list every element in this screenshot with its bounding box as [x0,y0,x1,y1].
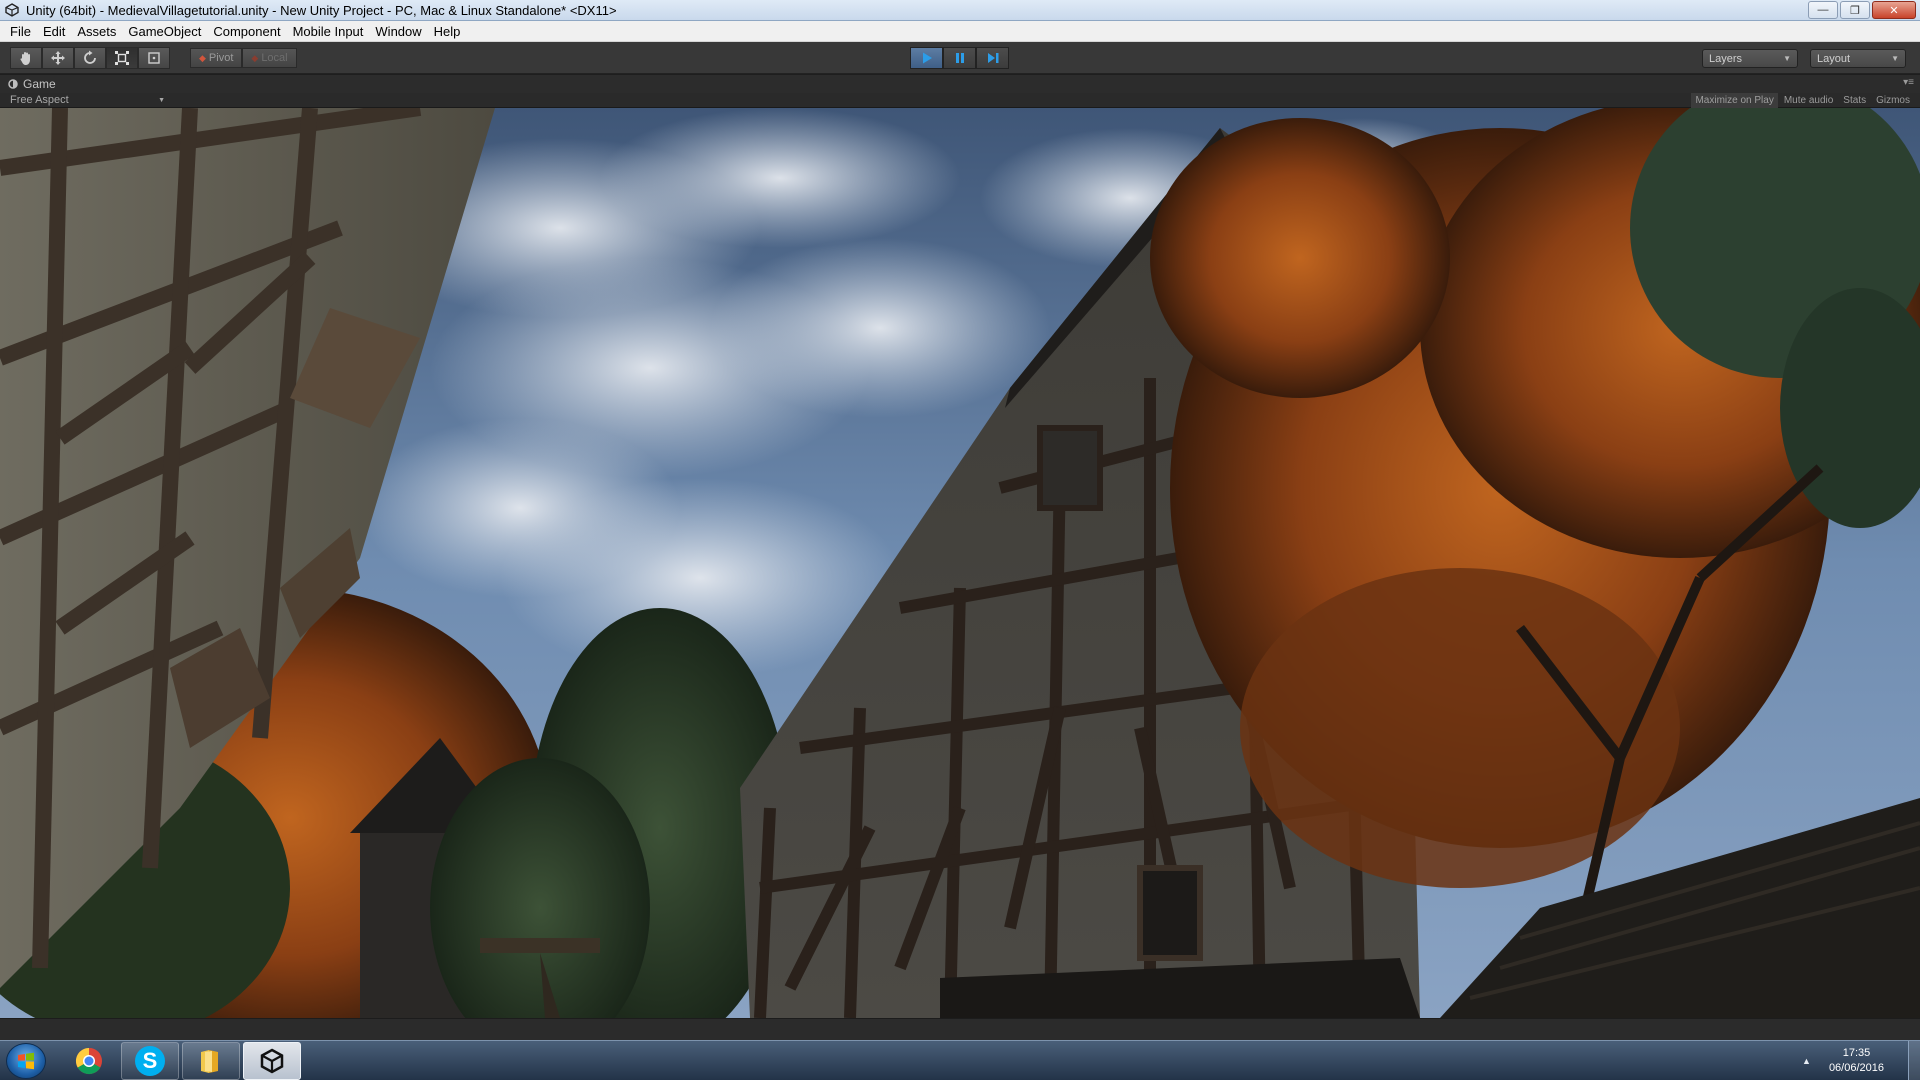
rect-icon [148,52,160,64]
chrome-icon [75,1047,102,1075]
taskbar-file-explorer[interactable] [182,1042,240,1080]
menu-gameobject[interactable]: GameObject [122,21,207,42]
menu-file[interactable]: File [4,21,37,42]
maximize-on-play-toggle[interactable]: Maximize on Play [1691,93,1778,108]
menu-mobile-input[interactable]: Mobile Input [287,21,370,42]
skype-letter: S [142,1048,158,1073]
start-button[interactable] [6,1043,46,1079]
menu-component[interactable]: Component [207,21,286,42]
layout-dropdown[interactable]: Layout ▼ [1810,49,1906,68]
tab-game[interactable]: Game [8,77,56,91]
gizmos-dropdown[interactable]: Gizmos [1872,93,1914,108]
scale-icon [115,51,129,65]
skype-icon: S [135,1046,165,1076]
pivot-toggles: ◆ Pivot ◆ Local [190,48,297,68]
mute-audio-toggle[interactable]: Mute audio [1780,93,1837,108]
main-toolbar: ◆ Pivot ◆ Local Layers ▼ Layout ▼ [0,42,1920,74]
game-view-toggles: Maximize on Play Mute audio Stats Gizmos [1691,93,1914,108]
pause-button[interactable] [943,47,976,69]
window-title-bar[interactable]: Unity (64bit) - MedievalVillagetutorial.… [0,0,1920,21]
clock-date: 06/06/2016 [1828,1062,1884,1074]
game-view-controls: Free Aspect ▼ Maximize on Play Mute audi… [0,93,1920,108]
panel-menu-icon[interactable]: ▾≡ [1903,77,1914,88]
clock-time: 17:35 [1842,1047,1871,1059]
minimize-button[interactable]: — [1808,1,1838,19]
chevron-down-icon: ▼ [158,97,165,104]
window-title: Unity (64bit) - MedievalVillagetutorial.… [26,2,617,18]
taskbar-skype[interactable]: S [121,1042,179,1080]
game-controller-icon [8,79,18,89]
hand-tool-button[interactable] [10,47,42,69]
game-tab-bar: Game ▾≡ [0,75,1920,93]
menu-window[interactable]: Window [369,21,427,42]
layout-label: Layout [1817,52,1851,65]
play-button[interactable] [910,47,943,69]
hand-icon [20,52,30,65]
menu-assets[interactable]: Assets [71,21,122,42]
chevron-down-icon: ▼ [1891,54,1899,63]
taskbar-clock[interactable]: 17:35 06/06/2016 [1829,1046,1884,1076]
maximize-button[interactable]: ❐ [1840,1,1870,19]
scale-tool-button[interactable] [106,47,138,69]
taskbar-chrome[interactable] [60,1042,118,1080]
transform-tools [10,47,170,69]
rotate-tool-button[interactable] [74,47,106,69]
aspect-label: Free Aspect [10,94,69,106]
local-icon: ◆ [251,52,259,63]
show-desktop-button[interactable] [1908,1041,1920,1080]
aspect-dropdown[interactable]: Free Aspect ▼ [10,93,165,108]
editor-status-strip [0,1018,1920,1040]
pivot-button[interactable]: ◆ Pivot [190,48,243,68]
pivot-label: Pivot [208,52,234,64]
windows-taskbar: S ▲ 17:35 06/06/2016 [0,1040,1920,1080]
unity-icon [260,1048,284,1074]
window-controls: — ❐ ✕ [1808,1,1916,19]
close-button[interactable]: ✕ [1872,1,1916,19]
tray-expand-icon[interactable]: ▲ [1802,1056,1811,1066]
layers-label: Layers [1709,52,1743,65]
local-label: Local [261,52,288,64]
menu-help[interactable]: Help [428,21,467,42]
unity-app-icon [4,2,20,18]
chevron-down-icon: ▼ [1783,54,1791,63]
game-tab-label: Game [23,77,56,91]
taskbar-unity[interactable] [243,1042,301,1080]
move-tool-button[interactable] [42,47,74,69]
layers-dropdown[interactable]: Layers ▼ [1702,49,1798,68]
folder-icon [201,1050,218,1073]
playback-controls [910,47,1009,69]
step-button[interactable] [976,47,1009,69]
move-icon [51,51,65,65]
local-button[interactable]: ◆ Local [242,48,297,68]
rotate-icon [84,50,96,64]
play-icon [922,52,932,64]
step-icon [987,53,998,63]
stats-toggle[interactable]: Stats [1839,93,1870,108]
pivot-icon: ◆ [199,52,206,63]
menu-bar: File Edit Assets GameObject Component Mo… [0,21,1920,42]
windows-logo-icon [18,1052,34,1070]
scene-render [0,108,1920,1018]
game-viewport[interactable] [0,108,1920,1018]
system-tray: ▲ 17:35 06/06/2016 [1802,1041,1920,1080]
pause-icon [955,53,964,63]
menu-edit[interactable]: Edit [37,21,71,42]
rect-tool-button[interactable] [138,47,170,69]
